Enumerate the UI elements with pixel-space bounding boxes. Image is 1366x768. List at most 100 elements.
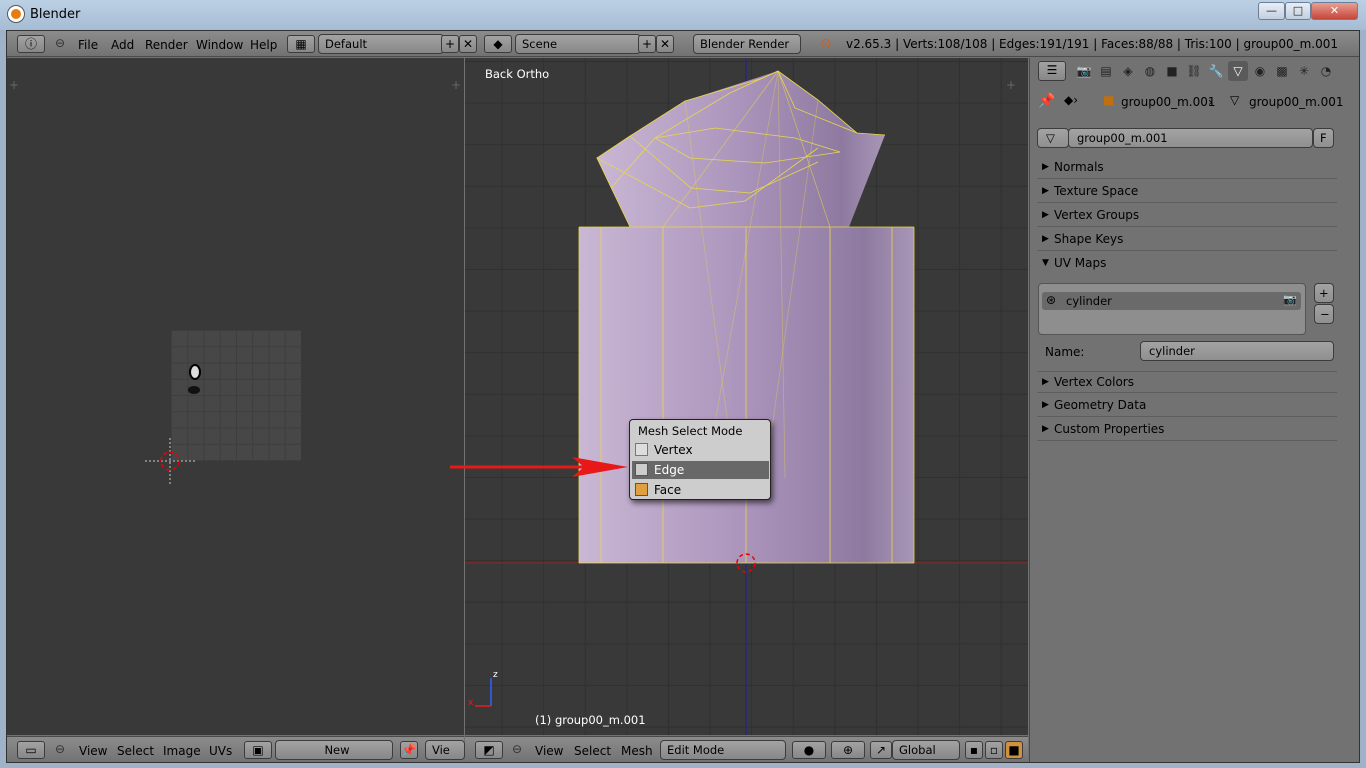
mesh-browse-icon[interactable]: ▽ — [1037, 128, 1069, 148]
panel-custom-properties[interactable]: ▶ Custom Properties — [1037, 419, 1337, 441]
texture-icon[interactable]: ▩ — [1272, 61, 1292, 81]
view-name-label: Back Ortho — [485, 67, 550, 81]
image-editor-footer: ▭ ⊖ View Select Image UVs ▣ New 📌 Vie — [7, 736, 465, 762]
collapsed-triangle-icon: ▶ — [1042, 186, 1049, 196]
add-layout-icon[interactable]: + — [441, 35, 459, 53]
manipulator-icon[interactable]: ↗ — [870, 741, 892, 759]
maximize-button[interactable]: □ — [1285, 2, 1311, 20]
collapse-icon[interactable]: ⊖ — [512, 742, 522, 756]
remove-scene-icon[interactable]: ✕ — [656, 35, 674, 53]
info-editor-icon[interactable]: ⓘ — [17, 35, 45, 53]
collapsed-triangle-icon: ▶ — [1042, 424, 1049, 434]
panel-label: Normals — [1054, 160, 1104, 174]
scene-icon[interactable]: ◆ — [484, 35, 512, 53]
menu-select[interactable]: Select — [574, 744, 611, 758]
face-select-icon — [635, 483, 648, 496]
uv-name-field[interactable]: cylinder — [1140, 341, 1334, 361]
vertex-select-icon[interactable]: ▪ — [965, 741, 983, 759]
object-icon[interactable]: ■ — [1162, 61, 1182, 81]
layout-field[interactable]: Default — [318, 34, 444, 54]
constraints-icon[interactable]: ⛓ — [1184, 61, 1204, 81]
face-select-icon[interactable]: ■ — [1005, 741, 1023, 759]
scene-field[interactable]: Scene — [515, 34, 641, 54]
menu-help[interactable]: Help — [250, 38, 277, 52]
menu-uvs[interactable]: UVs — [209, 744, 232, 758]
render-layers-icon[interactable]: ▤ — [1096, 61, 1116, 81]
mesh-data-icon[interactable]: ▽ — [1228, 61, 1248, 81]
menu-item-face[interactable]: Face — [632, 481, 769, 499]
orientation-select[interactable]: Global — [892, 740, 960, 760]
menu-window[interactable]: Window — [196, 38, 243, 52]
menu-item-label: Edge — [654, 463, 685, 477]
material-icon[interactable]: ◉ — [1250, 61, 1270, 81]
fake-user-button[interactable]: F — [1313, 128, 1334, 148]
new-image-button[interactable]: New — [275, 740, 393, 760]
menu-image[interactable]: Image — [163, 744, 201, 758]
panel-vertex-groups[interactable]: ▶ Vertex Groups — [1037, 205, 1337, 227]
viewport-shading-icon[interactable]: ● — [792, 741, 826, 759]
3d-viewport[interactable]: + z x — [465, 58, 1028, 735]
datablock-name-field[interactable]: group00_m.001 — [1068, 128, 1313, 148]
physics-icon[interactable]: ◔ — [1316, 61, 1336, 81]
panel-vertex-colors[interactable]: ▶ Vertex Colors — [1037, 371, 1337, 393]
name-label: Name: — [1045, 345, 1085, 359]
modifier-icon[interactable]: 🔧 — [1206, 61, 1226, 81]
screen-layout-icon[interactable]: ▦ — [287, 35, 315, 53]
pin-icon[interactable]: 📌 — [400, 741, 418, 759]
collapsed-triangle-icon: ▶ — [1042, 234, 1049, 244]
edge-select-icon[interactable]: ▫ — [985, 741, 1003, 759]
breadcrumb-mesh: group00_m.001 — [1249, 95, 1344, 109]
panel-label: Texture Space — [1054, 184, 1139, 198]
panel-texture-space[interactable]: ▶ Texture Space — [1037, 181, 1337, 203]
menu-render[interactable]: Render — [145, 38, 188, 52]
scene-icon[interactable]: ◈ — [1118, 61, 1138, 81]
render-engine-select[interactable]: Blender Render — [693, 34, 801, 54]
menu-item-vertex[interactable]: Vertex — [632, 441, 769, 459]
menu-item-edge[interactable]: Edge — [632, 461, 769, 479]
close-button[interactable]: ✕ — [1311, 2, 1358, 20]
breadcrumb-separator: › — [1208, 95, 1213, 109]
area-corner-icon[interactable]: + — [9, 78, 19, 92]
image-browse-icon[interactable]: ▣ — [244, 741, 272, 759]
menu-view[interactable]: View — [79, 744, 107, 758]
menu-item-label: Face — [654, 483, 682, 497]
object-icon: ■ — [1103, 93, 1115, 107]
pin-icon[interactable]: 📌 — [1038, 93, 1055, 109]
panel-shape-keys[interactable]: ▶ Shape Keys — [1037, 229, 1337, 251]
remove-uv-map-icon[interactable]: − — [1314, 304, 1334, 324]
image-editor-icon[interactable]: ▭ — [17, 741, 45, 759]
panel-geometry-data[interactable]: ▶ Geometry Data — [1037, 395, 1337, 417]
collapse-icon[interactable]: ⊖ — [55, 742, 65, 756]
collapsed-triangle-icon: ▶ — [1042, 400, 1049, 410]
remove-layout-icon[interactable]: ✕ — [459, 35, 477, 53]
3d-view-editor-icon[interactable]: ◩ — [475, 741, 503, 759]
panel-uv-maps[interactable]: ▼ UV Maps — [1037, 253, 1337, 275]
render-icon[interactable]: 📷 — [1074, 61, 1094, 81]
menu-file[interactable]: File — [78, 38, 98, 52]
menu-mesh[interactable]: Mesh — [621, 744, 653, 758]
area-corner-icon[interactable]: + — [451, 78, 461, 92]
scene-stats: v2.65.3 | Verts:108/108 | Edges:191/191 … — [846, 37, 1338, 51]
properties-editor-icon[interactable]: ☰ — [1038, 61, 1066, 81]
collapsed-triangle-icon: ▶ — [1042, 377, 1049, 387]
add-scene-icon[interactable]: + — [638, 35, 656, 53]
uv-map-item[interactable]: ⊛ cylinder 📷 — [1042, 292, 1301, 310]
collapse-icon[interactable]: ⊖ — [55, 36, 65, 50]
mode-select[interactable]: Edit Mode — [660, 740, 786, 760]
area-corner-icon[interactable]: + — [1006, 78, 1016, 92]
panel-label: Vertex Groups — [1054, 208, 1140, 222]
world-icon[interactable]: ◍ — [1140, 61, 1160, 81]
menu-select[interactable]: Select — [117, 744, 154, 758]
axis-x-label: x — [468, 698, 474, 708]
panel-normals[interactable]: ▶ Normals — [1037, 157, 1337, 179]
breadcrumb-object: group00_m.001 — [1121, 95, 1216, 109]
minimize-button[interactable]: — — [1258, 2, 1285, 20]
mesh-data-icon: ▽ — [1230, 93, 1240, 107]
menu-add[interactable]: Add — [111, 38, 134, 52]
camera-icon[interactable]: 📷 — [1283, 293, 1297, 306]
particles-icon[interactable]: ✳ — [1294, 61, 1314, 81]
add-uv-map-icon[interactable]: + — [1314, 283, 1334, 303]
view-mode-select[interactable]: Vie — [425, 740, 465, 760]
pivot-point-icon[interactable]: ⊕ — [831, 741, 865, 759]
menu-view[interactable]: View — [535, 744, 563, 758]
